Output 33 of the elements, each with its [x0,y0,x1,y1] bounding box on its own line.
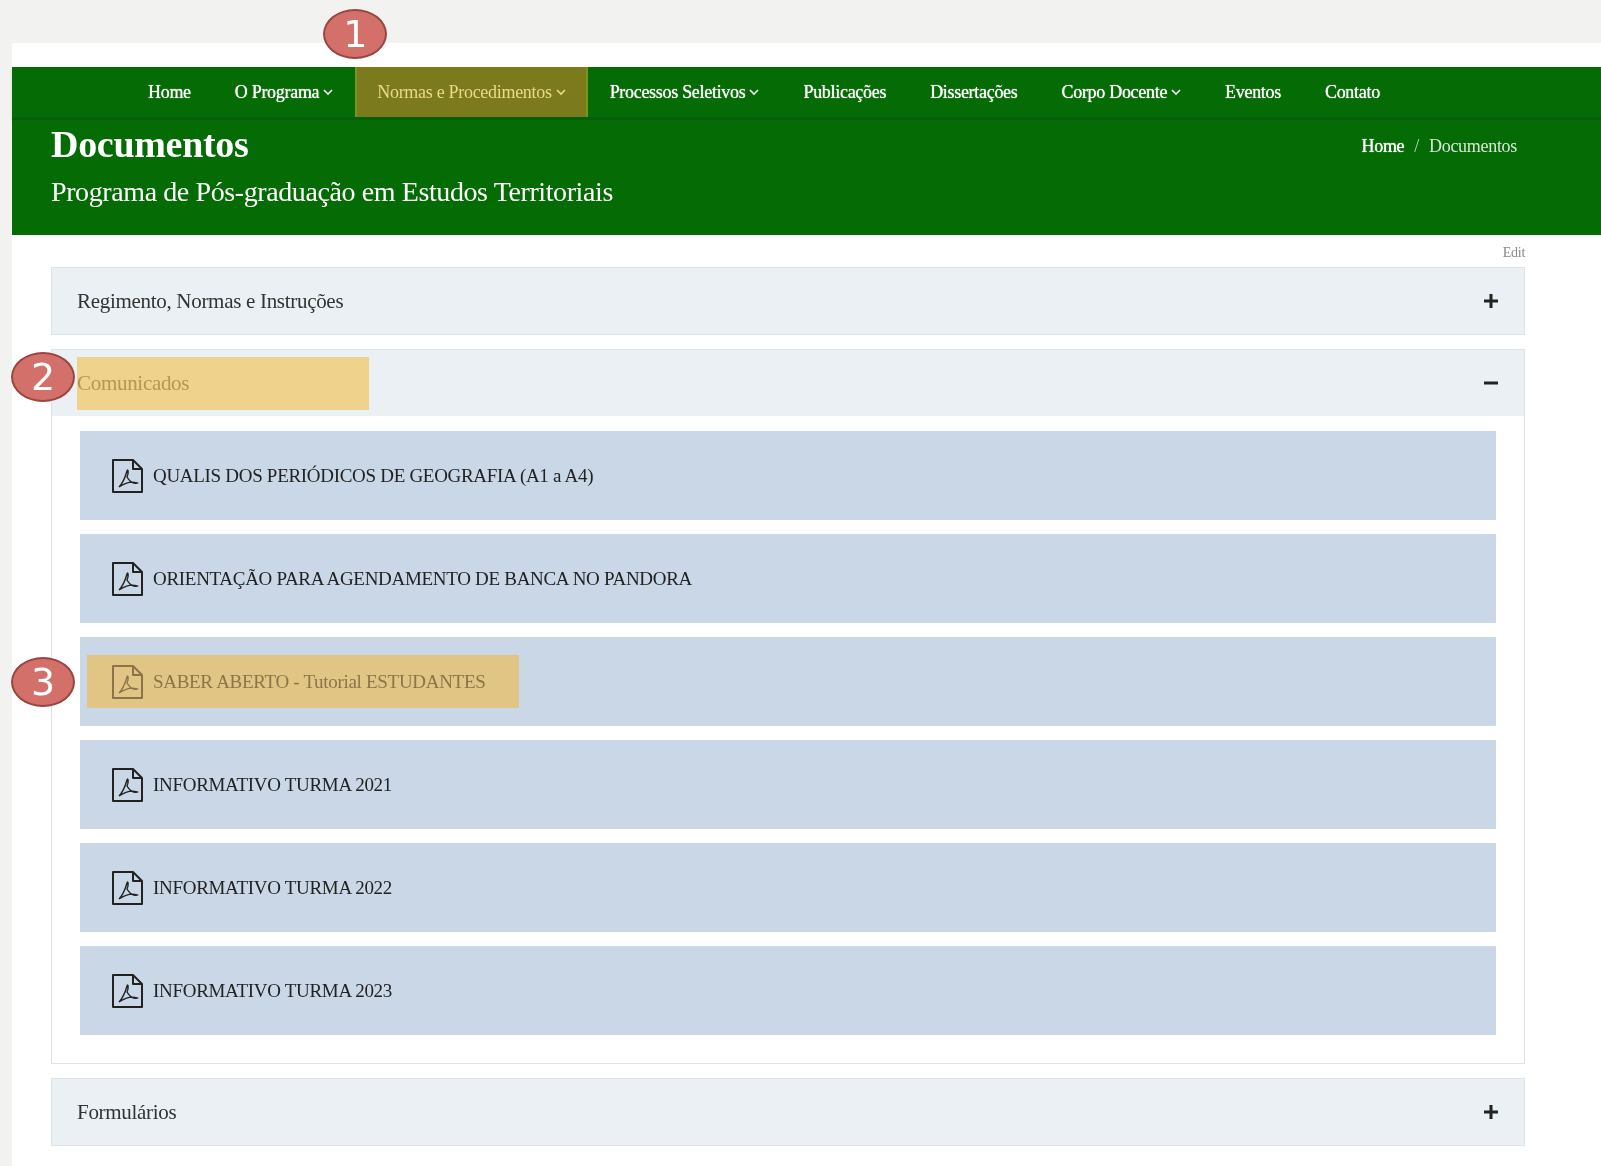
document-link[interactable]: INFORMATIVO TURMA 2021 [87,758,427,811]
pdf-file-icon [111,972,144,1009]
nav-link[interactable]: Contato [1324,67,1380,117]
nav-link[interactable]: O Programa [234,67,334,117]
accordion-title: Formulários [77,1098,177,1126]
pdf-file-icon [111,457,144,494]
plus-icon[interactable] [1484,294,1498,308]
plus-icon[interactable] [1484,1105,1498,1119]
nav-link[interactable]: Publicações [803,67,887,117]
page-subtitle: Programa de Pós-graduação em Estudos Territoriais [51,176,613,208]
pdf-file-icon [111,766,144,803]
accordion-title: Comunicados [77,356,369,410]
accordion-header[interactable]: Formulários [52,1079,1524,1145]
nav-link[interactable]: Corpo Docente [1061,67,1182,117]
callout-marker: 2 [11,352,75,402]
nav-link[interactable]: Processos Seletivos [609,67,760,117]
callout-marker: 1 [323,9,388,59]
breadcrumb-link[interactable]: Home [1361,136,1405,235]
callout-marker: 3 [11,657,75,707]
document-link[interactable]: INFORMATIVO TURMA 2023 [87,964,427,1017]
edit-link[interactable]: Edit [1502,245,1525,261]
nav-link[interactable]: Dissertações [930,67,1018,117]
accordion-header[interactable]: Regimento, Normas e Instruções [52,268,1524,334]
breadcrumb-current: Documentos [1429,136,1517,158]
nav-link[interactable]: Home [148,67,191,117]
accordion-title: Regimento, Normas e Instruções [77,287,344,315]
nav-link[interactable]: Eventos [1225,67,1281,117]
breadcrumb-separator: / [1414,136,1419,158]
pdf-file-icon [111,663,144,700]
page-title: Documentos [51,122,250,166]
document-link[interactable]: INFORMATIVO TURMA 2022 [87,861,427,914]
pdf-file-icon [111,869,144,906]
pdf-file-icon [111,560,144,597]
